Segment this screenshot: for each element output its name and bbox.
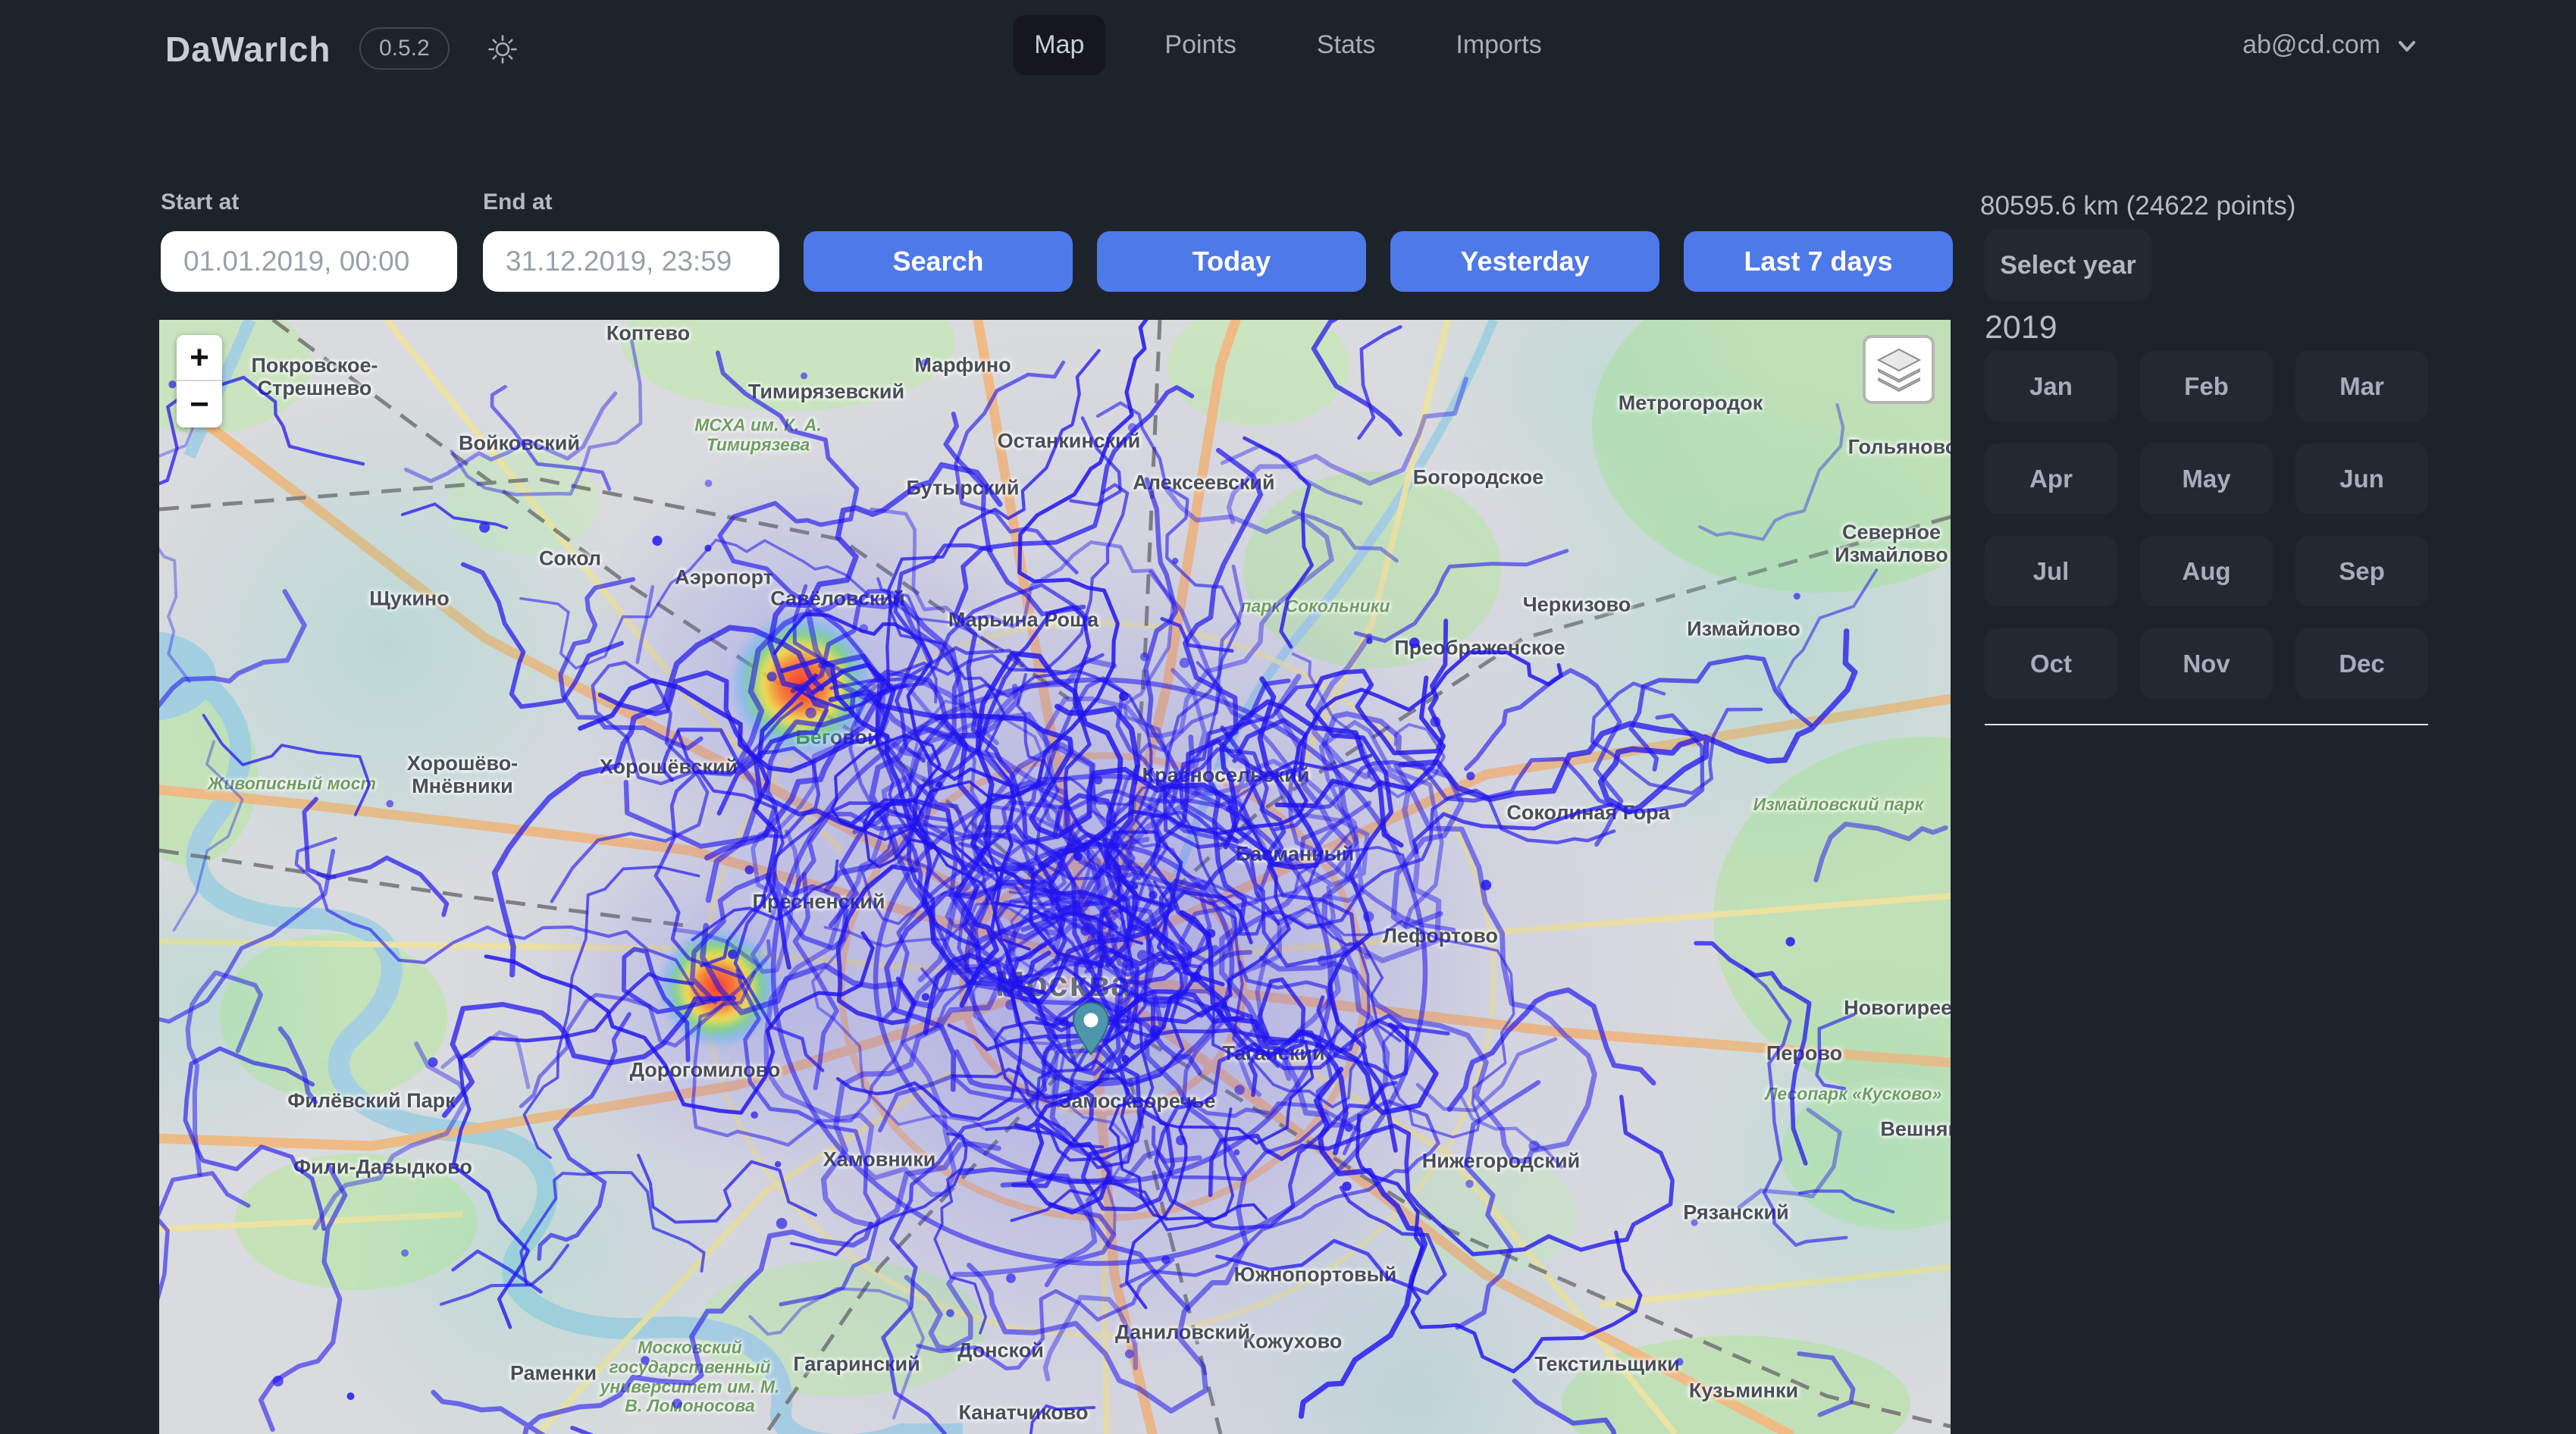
- month-button-oct[interactable]: Oct: [1985, 628, 2117, 699]
- month-button-dec[interactable]: Dec: [2296, 628, 2428, 699]
- search-button[interactable]: Search: [804, 231, 1073, 292]
- user-email: ab@cd.com: [2242, 30, 2380, 60]
- tab-map[interactable]: Map: [1013, 15, 1105, 75]
- sun-icon: [487, 31, 519, 67]
- zoom-in-button[interactable]: +: [177, 335, 222, 381]
- month-button-sep[interactable]: Sep: [2296, 536, 2428, 606]
- version-badge: 0.5.2: [359, 27, 450, 70]
- month-button-mar[interactable]: Mar: [2296, 351, 2428, 421]
- map-marker-pin[interactable]: [1073, 1002, 1109, 1060]
- user-menu[interactable]: ab@cd.com: [2242, 30, 2420, 60]
- theme-toggle-button[interactable]: [482, 29, 523, 70]
- last-7-days-button[interactable]: Last 7 days: [1684, 231, 1953, 292]
- distance-points-stat: 80595.6 km (24622 points): [1980, 191, 2296, 221]
- yesterday-button[interactable]: Yesterday: [1390, 231, 1659, 292]
- tab-points[interactable]: Points: [1143, 15, 1258, 75]
- start-at-label: Start at: [161, 189, 239, 215]
- navbar: DaWarIch 0.5.2 Map Points Stats Imports …: [0, 0, 2576, 99]
- month-button-may[interactable]: May: [2140, 443, 2273, 514]
- nav-tabs: Map Points Stats Imports: [1013, 15, 1562, 75]
- month-button-apr[interactable]: Apr: [1985, 443, 2117, 514]
- chevron-down-icon: [2394, 33, 2420, 58]
- month-button-jun[interactable]: Jun: [2296, 443, 2428, 514]
- map-canvas[interactable]: Покровское-СтрешневоВойковскийКоптевоТим…: [159, 320, 1951, 1434]
- start-at-input[interactable]: [161, 231, 457, 292]
- layers-icon: [1876, 348, 1923, 392]
- end-at-input[interactable]: [483, 231, 779, 292]
- end-at-label: End at: [483, 189, 553, 215]
- today-button[interactable]: Today: [1097, 231, 1366, 292]
- month-button-jan[interactable]: Jan: [1985, 351, 2117, 421]
- sidebar-divider: [1985, 724, 2428, 725]
- select-year-button[interactable]: Select year: [1985, 230, 2151, 301]
- tab-stats[interactable]: Stats: [1296, 15, 1396, 75]
- gps-tracks-layer: [159, 320, 1951, 1434]
- month-button-nov[interactable]: Nov: [2140, 628, 2273, 699]
- map-zoom-control: + −: [177, 335, 222, 427]
- year-heading: 2019: [1985, 309, 2057, 346]
- month-button-aug[interactable]: Aug: [2140, 536, 2273, 606]
- month-grid: Jan Feb Mar Apr May Jun Jul Aug Sep Oct Nov Dec: [1985, 351, 2428, 699]
- app-title: DaWarIch: [165, 29, 331, 70]
- map-layers-control[interactable]: [1863, 335, 1935, 404]
- zoom-out-button[interactable]: −: [177, 381, 222, 427]
- tab-imports[interactable]: Imports: [1434, 15, 1562, 75]
- month-button-jul[interactable]: Jul: [1985, 536, 2117, 606]
- month-button-feb[interactable]: Feb: [2140, 351, 2273, 421]
- app-root: DaWarIch 0.5.2 Map Points Stats Imports …: [0, 0, 2576, 1434]
